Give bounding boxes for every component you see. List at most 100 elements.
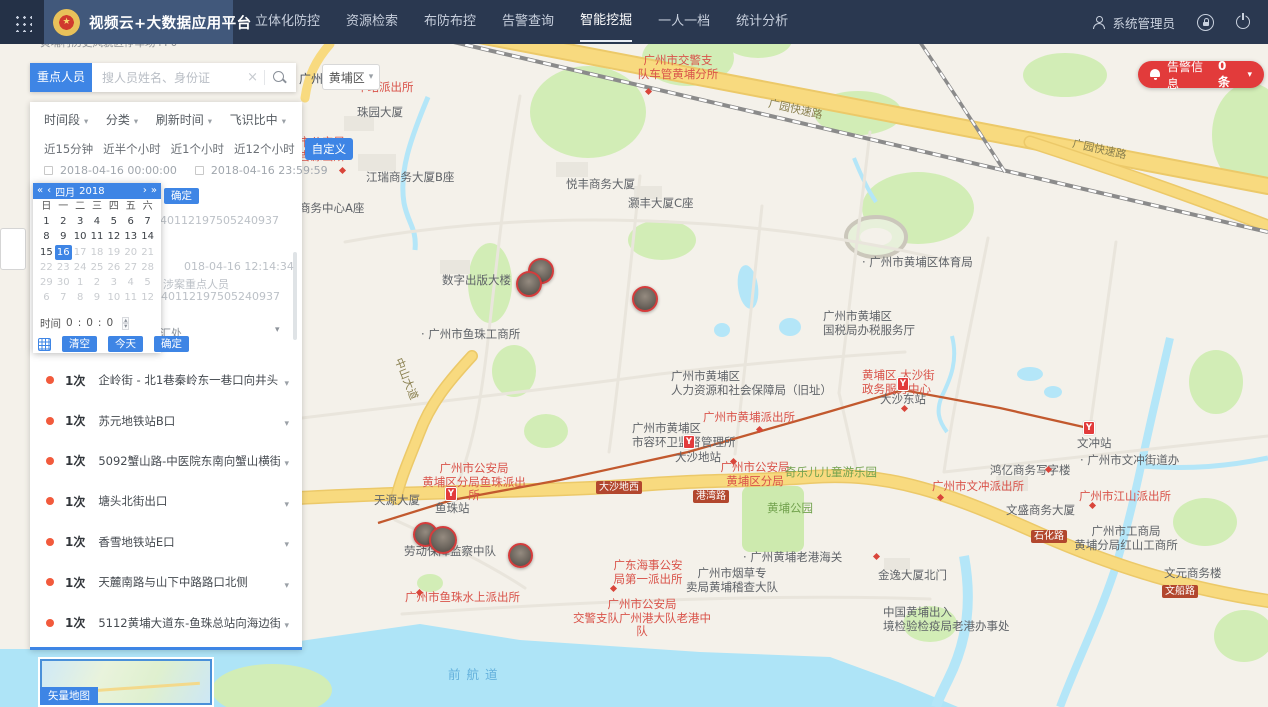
alert-button[interactable]: 告警信息 0 条 ▾: [1138, 61, 1264, 88]
expand-caret-icon[interactable]: [284, 371, 289, 390]
spinner-down-icon[interactable]: ▾: [122, 323, 129, 330]
clear-icon[interactable]: ×: [241, 70, 265, 85]
calendar-day[interactable]: 4: [89, 214, 106, 229]
calendar-day[interactable]: 6: [122, 214, 139, 229]
quick-time-option[interactable]: 近12个小时: [234, 141, 295, 157]
search-icon[interactable]: [272, 70, 288, 86]
expand-caret-icon[interactable]: [284, 492, 289, 511]
calendar-day[interactable]: 24: [72, 260, 89, 275]
quick-time-option[interactable]: 近15分钟: [44, 141, 93, 157]
calendar-day[interactable]: 18: [89, 245, 106, 260]
prev-month-button[interactable]: ‹: [47, 183, 51, 199]
calendar-day[interactable]: 8: [38, 229, 55, 244]
clear-button[interactable]: 清空: [62, 336, 97, 352]
calendar-day[interactable]: 19: [105, 245, 122, 260]
calendar-day[interactable]: 15: [38, 245, 55, 260]
calendar-day[interactable]: 4: [122, 275, 139, 290]
app-grid-button[interactable]: [0, 0, 44, 44]
calendar-day[interactable]: 3: [72, 214, 89, 229]
calendar-day[interactable]: 13: [122, 229, 139, 244]
calendar-day[interactable]: 8: [72, 290, 89, 305]
ok-button[interactable]: 确定: [154, 336, 189, 352]
calendar-day[interactable]: 21: [139, 245, 156, 260]
person-photo-marker[interactable]: [632, 286, 658, 312]
calendar-day[interactable]: 16: [55, 245, 72, 260]
calendar-day[interactable]: 9: [89, 290, 106, 305]
start-checkbox[interactable]: [44, 166, 53, 175]
quick-time-option[interactable]: 近1个小时: [171, 141, 224, 157]
calendar-day[interactable]: 26: [105, 260, 122, 275]
calendar-day[interactable]: 1: [72, 275, 89, 290]
calendar-day[interactable]: 3: [105, 275, 122, 290]
menu-item[interactable]: 立体化防控: [255, 2, 320, 42]
list-item[interactable]: 1次 天麓南路与山下中路路口北侧: [30, 562, 302, 602]
calendar-day[interactable]: 2: [55, 214, 72, 229]
security-lock-icon[interactable]: [1197, 14, 1214, 31]
next-month-button[interactable]: ›: [143, 183, 147, 199]
person-photo-marker[interactable]: [429, 526, 457, 554]
menu-item[interactable]: 统计分析: [736, 2, 788, 42]
person-photo-marker[interactable]: [516, 271, 542, 297]
calendar-day[interactable]: 25: [89, 260, 106, 275]
menu-item[interactable]: 智能挖掘: [580, 2, 632, 42]
filter-dropdown[interactable]: 分类: [106, 111, 138, 128]
prev-year-button[interactable]: «: [37, 183, 43, 199]
filter-dropdown[interactable]: 时间段: [44, 111, 88, 128]
metro-icon[interactable]: Y: [897, 377, 909, 391]
list-item[interactable]: 1次 5112黄埔大道东-鱼珠总站向海边街（全）: [30, 602, 302, 642]
search-input[interactable]: [92, 71, 241, 85]
filter-dropdown[interactable]: 飞识比中: [230, 111, 286, 128]
minimap-label[interactable]: 矢量地图: [40, 687, 98, 705]
person-photo-marker[interactable]: [508, 543, 533, 568]
list-item[interactable]: 1次 塘头北街出口: [30, 481, 302, 521]
menu-item[interactable]: 资源检索: [346, 2, 398, 42]
calendar-day[interactable]: 6: [38, 290, 55, 305]
filter-dropdown[interactable]: 刷新时间: [156, 111, 212, 128]
metro-icon[interactable]: Y: [1083, 421, 1095, 435]
calendar-day[interactable]: 9: [55, 229, 72, 244]
expand-caret-icon[interactable]: [284, 411, 289, 430]
calendar-icon[interactable]: [38, 338, 51, 351]
map-control[interactable]: [0, 228, 26, 270]
expand-caret-icon[interactable]: [284, 573, 289, 592]
list-item[interactable]: 1次 企岭街 - 北1巷秦岭东一巷口向井头: [30, 360, 302, 400]
confirm-button[interactable]: 确定: [164, 188, 199, 204]
calendar-day[interactable]: 1: [38, 214, 55, 229]
metro-icon[interactable]: Y: [445, 487, 457, 501]
calendar-day[interactable]: 2: [89, 275, 106, 290]
end-checkbox[interactable]: [195, 166, 204, 175]
calendar-day[interactable]: 11: [89, 229, 106, 244]
calendar-month[interactable]: 四月: [55, 184, 75, 199]
second-value[interactable]: 0: [106, 317, 113, 329]
calendar-day[interactable]: 22: [38, 260, 55, 275]
hour-value[interactable]: 0: [66, 317, 73, 329]
calendar-year[interactable]: 2018: [79, 186, 104, 197]
user-menu[interactable]: 系统管理员: [1092, 13, 1175, 32]
calendar-day[interactable]: 14: [139, 229, 156, 244]
calendar-day[interactable]: 7: [139, 214, 156, 229]
quick-time-option[interactable]: 近半个小时: [103, 141, 161, 157]
calendar-day[interactable]: 11: [122, 290, 139, 305]
start-date[interactable]: 2018-04-16 00:00:00: [60, 164, 177, 177]
calendar-day[interactable]: 29: [38, 275, 55, 290]
calendar-day[interactable]: 20: [122, 245, 139, 260]
calendar-day[interactable]: 10: [105, 290, 122, 305]
search-category-tag[interactable]: 重点人员: [30, 63, 92, 92]
calendar-day[interactable]: 7: [55, 290, 72, 305]
menu-item[interactable]: 一人一档: [658, 2, 710, 42]
metro-icon[interactable]: Y: [683, 435, 695, 449]
minute-value[interactable]: 0: [86, 317, 93, 329]
expand-caret-icon[interactable]: [284, 451, 289, 470]
list-item[interactable]: 1次 香雪地铁站E口: [30, 522, 302, 562]
today-button[interactable]: 今天: [108, 336, 143, 352]
region-city-label[interactable]: 广州: [299, 70, 323, 87]
next-year-button[interactable]: »: [151, 183, 157, 199]
district-select[interactable]: 黄埔区 ▾: [322, 64, 380, 90]
calendar-day[interactable]: 5: [139, 275, 156, 290]
calendar-day[interactable]: 27: [122, 260, 139, 275]
expand-caret-icon[interactable]: [284, 613, 289, 632]
menu-item[interactable]: 布防布控: [424, 2, 476, 42]
chevron-down-icon[interactable]: ▾: [275, 325, 280, 335]
calendar-day[interactable]: 12: [105, 229, 122, 244]
calendar-day[interactable]: 23: [55, 260, 72, 275]
